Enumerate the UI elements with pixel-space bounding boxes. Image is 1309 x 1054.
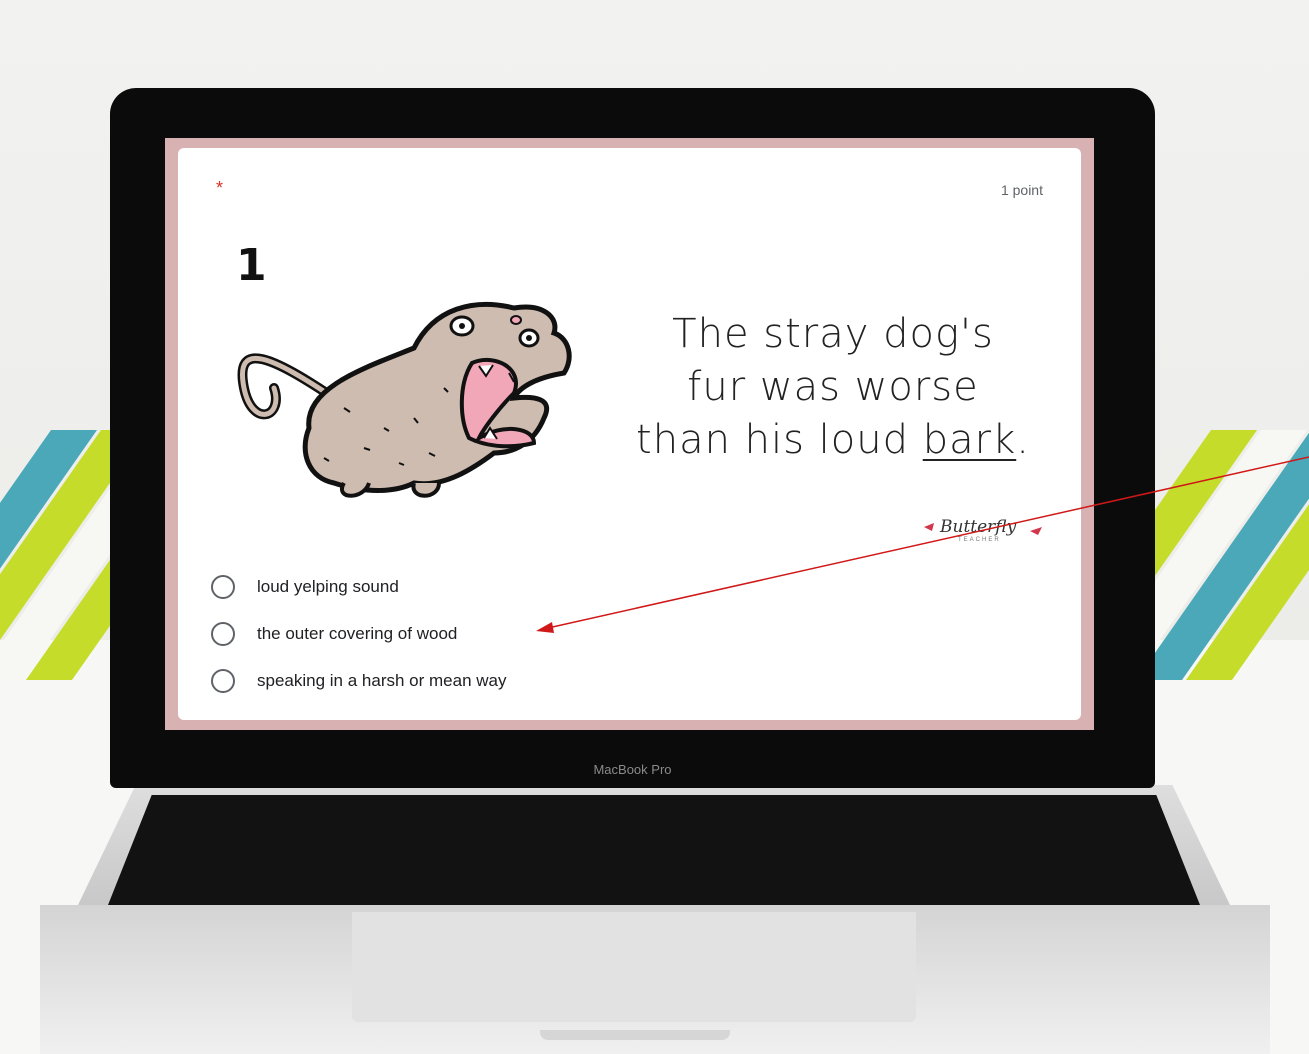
laptop-lid: MacBook Pro * 1 point 1 The stray dog's … xyxy=(110,88,1155,788)
laptop-notch xyxy=(540,1030,730,1040)
option-label-1: loud yelping sound xyxy=(257,576,399,596)
sentence-line-2: fur was worse xyxy=(687,364,979,410)
laptop-screen: * 1 point 1 The stray dog's fur was wors… xyxy=(165,138,1094,730)
laptop-trackpad xyxy=(352,912,916,1022)
device-label: MacBook Pro xyxy=(593,762,672,777)
sentence-line-3: than his loud bark. xyxy=(623,414,1043,467)
target-word: bark xyxy=(922,417,1017,463)
question-sentence: The stray dog's fur was worse than his l… xyxy=(623,308,1043,467)
radio-button-3[interactable] xyxy=(211,668,235,693)
logo-text: Butterfly xyxy=(940,517,1017,537)
laptop-keyboard xyxy=(108,795,1200,905)
sentence-line-3-text: than his loud xyxy=(636,417,923,463)
points-label: 1 point xyxy=(1000,182,1043,198)
answer-option-3[interactable]: speaking in a harsh or mean way xyxy=(211,657,506,704)
option-label-3: speaking in a harsh or mean way xyxy=(257,670,507,690)
radio-button-1[interactable] xyxy=(211,574,235,599)
sentence-line-1: The stray dog's xyxy=(672,311,994,357)
answer-options: loud yelping sound the outer covering of… xyxy=(211,563,506,704)
photo-scene: MacBook Pro * 1 point 1 The stray dog's … xyxy=(0,0,1309,1054)
dog-illustration xyxy=(237,301,572,498)
question-card: * 1 point 1 The stray dog's fur was wors… xyxy=(178,148,1081,720)
option-label-2: the outer covering of wood xyxy=(257,623,458,643)
logo-subtext: TEACHER xyxy=(958,537,1001,543)
answer-option-1[interactable]: loud yelping sound xyxy=(211,563,506,610)
answer-option-2[interactable]: the outer covering of wood xyxy=(211,610,506,657)
butterfly-teacher-logo: Butterfly TEACHER xyxy=(918,513,1048,547)
required-asterisk: * xyxy=(216,178,224,198)
sentence-end: . xyxy=(1016,417,1030,463)
radio-button-2[interactable] xyxy=(211,621,235,646)
